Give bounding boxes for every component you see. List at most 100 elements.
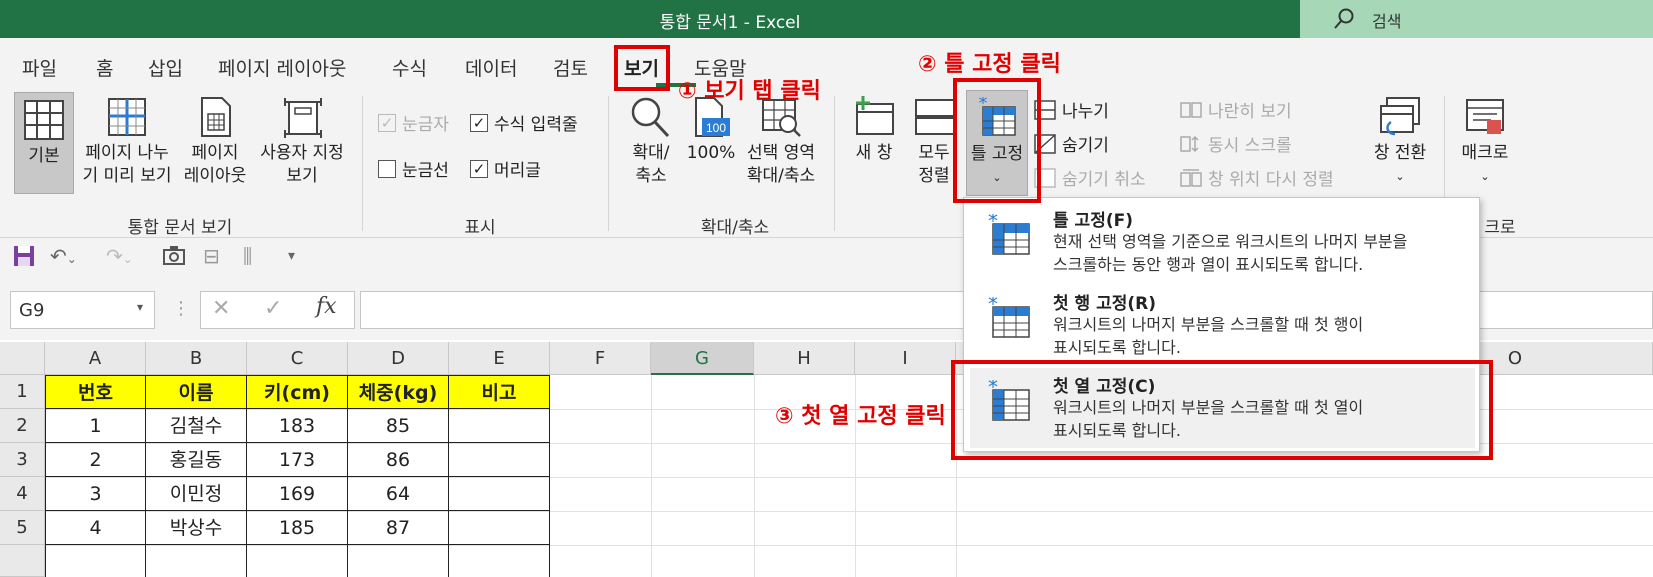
cancel-icon[interactable]: ✕ (212, 296, 230, 321)
column-header[interactable]: A (45, 342, 146, 375)
tab-page-layout[interactable]: 페이지 레이아웃 (218, 54, 346, 81)
table-header-cell[interactable]: 번호 (45, 375, 146, 409)
gridlines-checkbox[interactable]: 눈금선 (378, 156, 449, 181)
table-cell[interactable]: 2 (45, 443, 146, 477)
table-cell[interactable]: 183 (247, 409, 348, 443)
zoom-button[interactable]: 확대/ 축소 (618, 96, 684, 191)
table-header-cell[interactable]: 비고 (449, 375, 550, 409)
tab-review[interactable]: 검토 (553, 54, 588, 81)
table-cell[interactable]: 김철수 (146, 409, 247, 443)
table-cell[interactable] (449, 443, 550, 477)
hide-button[interactable]: 숨기기 (1034, 131, 1109, 156)
annotation-step-3: ③ 첫 열 고정 클릭 (775, 404, 946, 429)
table-cell[interactable] (146, 545, 247, 577)
column-header[interactable]: G (651, 342, 754, 375)
reset-position-icon (1180, 168, 1202, 187)
table-cell[interactable]: 185 (247, 511, 348, 545)
window-title: 통합 문서1 - Excel (659, 13, 801, 33)
column-header[interactable]: C (247, 342, 348, 375)
column-header[interactable]: B (146, 342, 247, 375)
new-window-button[interactable]: 새 창 (844, 96, 904, 191)
table-header-cell[interactable]: 이름 (146, 375, 247, 409)
table-cell[interactable]: 이민정 (146, 477, 247, 511)
row-header[interactable] (0, 545, 45, 577)
arrange-all-icon (915, 99, 956, 135)
table-cell[interactable] (449, 409, 550, 443)
chevron-down-icon: ⌄ (1395, 170, 1405, 183)
select-all-corner[interactable] (0, 342, 45, 375)
row-header[interactable]: 2 (0, 409, 45, 443)
table-cell[interactable]: 87 (348, 511, 449, 545)
split-button[interactable]: 나누기 (1034, 97, 1109, 122)
table-cell[interactable] (449, 545, 550, 577)
page-break-preview-icon (108, 98, 146, 136)
save-icon[interactable] (12, 244, 36, 268)
svg-text:100: 100 (706, 121, 726, 135)
form-icon[interactable]: ⊟ (203, 244, 220, 268)
page-break-preview-button[interactable]: 페이지 나누 기 미리 보기 (78, 96, 176, 191)
tab-file[interactable]: 파일 (22, 54, 57, 81)
table-header-cell[interactable]: 체중(kg) (348, 375, 449, 409)
search-icon (1334, 8, 1354, 29)
undo-icon[interactable]: ↶⌄ (50, 244, 77, 268)
highlight-freeze-panes (953, 78, 1041, 203)
menu-item-title: 첫 행 고정(R) (1053, 294, 1157, 314)
table-cell[interactable]: 173 (247, 443, 348, 477)
search-label: 검색 (1372, 12, 1402, 31)
column-header[interactable]: E (449, 342, 550, 375)
redo-icon[interactable]: ↷⌄ (106, 244, 133, 268)
table-cell[interactable] (45, 545, 146, 577)
customize-qat-icon[interactable]: ▾ (288, 248, 295, 264)
insert-function-icon[interactable]: fx (316, 294, 337, 319)
gridline (651, 375, 652, 577)
table-cell[interactable]: 4 (45, 511, 146, 545)
column-header[interactable]: H (754, 342, 855, 375)
table-cell[interactable] (348, 545, 449, 577)
page-layout-view-button[interactable]: 페이지 레이아웃 (178, 96, 252, 191)
table-header-cell[interactable]: 키(cm) (247, 375, 348, 409)
formula-bar-checkbox[interactable]: ✓ 수식 입력줄 (470, 110, 578, 135)
group-label-show: 표시 (464, 218, 496, 238)
row-header[interactable]: 3 (0, 443, 45, 477)
table-cell[interactable]: 169 (247, 477, 348, 511)
align-icon[interactable]: ⫼ (243, 244, 252, 268)
table-cell[interactable]: 3 (45, 477, 146, 511)
switch-windows-button[interactable]: 창 전환 ⌄ (1366, 96, 1434, 191)
name-box[interactable]: G9 (10, 291, 155, 329)
tab-formulas[interactable]: 수식 (392, 54, 427, 81)
tab-insert[interactable]: 삽입 (148, 54, 183, 81)
column-header[interactable]: I (855, 342, 956, 375)
svg-text:*: * (988, 214, 998, 233)
row-header[interactable]: 5 (0, 511, 45, 545)
camera-icon[interactable] (162, 244, 186, 266)
headings-checkbox[interactable]: ✓ 머리글 (470, 156, 541, 181)
zoom-100-button[interactable]: 100 100% (686, 96, 736, 191)
table-cell[interactable]: 1 (45, 409, 146, 443)
menu-item-desc: 표시되도록 합니다. (1053, 338, 1181, 357)
tab-home[interactable]: 홈 (96, 54, 113, 81)
normal-view-icon (24, 100, 64, 140)
row-header[interactable]: 1 (0, 375, 45, 409)
table-cell[interactable] (449, 477, 550, 511)
table-cell[interactable]: 홍길동 (146, 443, 247, 477)
custom-views-button[interactable]: 사용자 지정 보기 (253, 96, 351, 191)
zoom-to-selection-button[interactable]: 선택 영역 확대/축소 (738, 96, 824, 191)
table-cell[interactable]: 박상수 (146, 511, 247, 545)
enter-icon[interactable]: ✓ (264, 296, 282, 321)
checkmark-icon: ✓ (470, 113, 488, 132)
normal-view-button[interactable]: 기본 (14, 92, 74, 194)
ruler-checkbox[interactable]: ✓ 눈금자 (378, 110, 449, 135)
table-cell[interactable]: 85 (348, 409, 449, 443)
column-header[interactable]: F (550, 342, 651, 375)
table-cell[interactable] (449, 511, 550, 545)
column-header[interactable]: D (348, 342, 449, 375)
row-header[interactable]: 4 (0, 477, 45, 511)
more-options-icon: ⋮ (172, 298, 190, 319)
table-cell[interactable] (247, 545, 348, 577)
macros-button[interactable]: 매크로 ⌄ (1452, 96, 1518, 191)
chevron-down-icon[interactable]: ▾ (137, 300, 143, 314)
tab-data[interactable]: 데이터 (465, 54, 517, 81)
table-cell[interactable]: 64 (348, 477, 449, 511)
checkmark-icon: ✓ (378, 113, 396, 132)
table-cell[interactable]: 86 (348, 443, 449, 477)
